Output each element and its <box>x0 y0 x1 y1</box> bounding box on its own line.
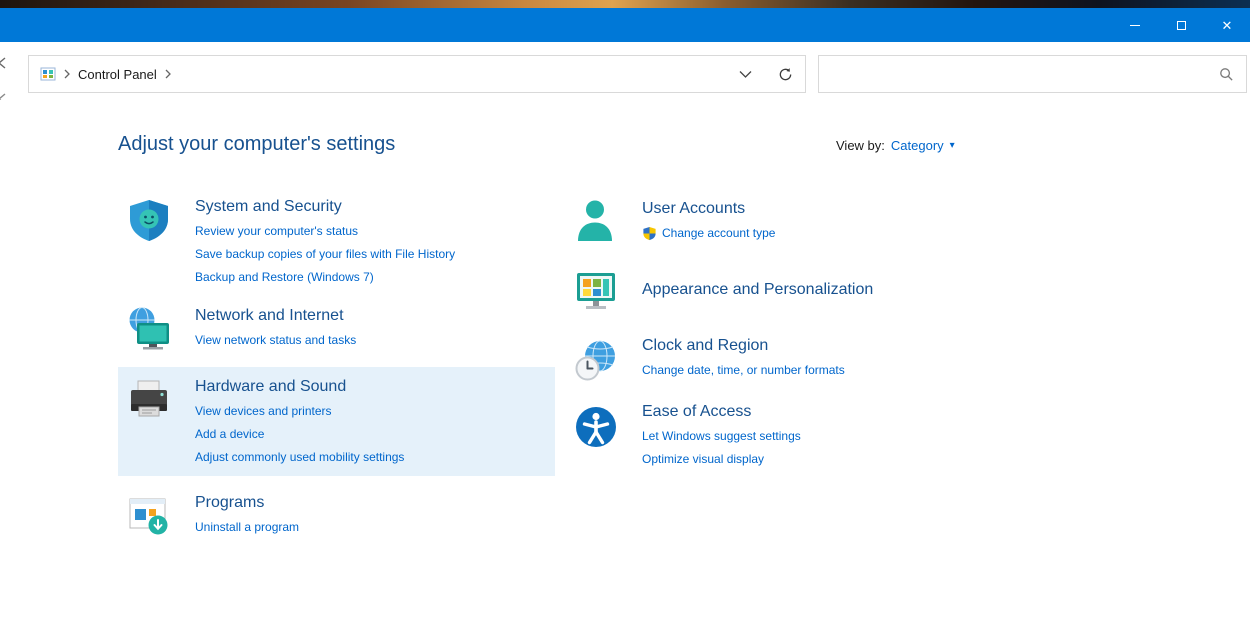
network-and-internet-icon[interactable] <box>125 305 173 353</box>
category-title-appearance-and-personalization[interactable]: Appearance and Personalization <box>642 281 873 299</box>
category-title-network-and-internet[interactable]: Network and Internet <box>195 307 356 325</box>
link-add-a-device[interactable]: Add a device <box>195 423 404 446</box>
minimize-icon <box>1130 25 1140 26</box>
page-title: Adjust your computer's settings <box>118 133 395 156</box>
category-system-and-security: System and Security Review your computer… <box>118 194 555 289</box>
navigation-toolbar: Control Panel <box>0 42 1250 100</box>
link-adjust-mobility-settings[interactable]: Adjust commonly used mobility settings <box>195 446 404 469</box>
breadcrumb-control-panel[interactable]: Control Panel <box>78 67 157 82</box>
link-view-devices-and-printers[interactable]: View devices and printers <box>195 400 404 423</box>
address-dropdown-button[interactable] <box>725 56 765 92</box>
control-panel-home: Adjust your computer's settings View by:… <box>0 100 1250 621</box>
category-appearance-and-personalization: Appearance and Personalization <box>565 265 1165 315</box>
system-and-security-icon[interactable] <box>125 196 173 244</box>
window-title-bar: ✕ <box>0 8 1250 42</box>
link-optimize-visual-display[interactable]: Optimize visual display <box>642 448 801 471</box>
user-accounts-icon[interactable] <box>572 196 620 244</box>
link-change-account-type[interactable]: Change account type <box>642 222 775 245</box>
chevron-down-icon[interactable]: ▾ <box>950 140 955 151</box>
breadcrumb-chevron-icon[interactable] <box>164 68 172 80</box>
category-title-programs[interactable]: Programs <box>195 494 299 512</box>
search-input[interactable] <box>819 56 1219 92</box>
close-button[interactable]: ✕ <box>1204 8 1250 42</box>
category-hardware-and-sound: Hardware and Sound View devices and prin… <box>118 367 555 476</box>
category-ease-of-access: Ease of Access Let Windows suggest setti… <box>565 401 1165 471</box>
category-network-and-internet: Network and Internet View network status… <box>118 303 555 353</box>
category-title-clock-and-region[interactable]: Clock and Region <box>642 337 845 355</box>
search-icon[interactable] <box>1219 67 1234 82</box>
hardware-and-sound-icon[interactable] <box>125 376 173 424</box>
category-column-left: System and Security Review your computer… <box>118 194 555 554</box>
category-column-right: User Accounts Change account type <box>565 194 1165 485</box>
category-title-user-accounts[interactable]: User Accounts <box>642 200 775 218</box>
link-review-computer-status[interactable]: Review your computer's status <box>195 220 455 243</box>
breadcrumb-chevron-icon[interactable] <box>63 68 71 80</box>
chevron-down-icon <box>739 70 752 79</box>
programs-icon[interactable] <box>125 492 173 540</box>
link-uninstall-a-program[interactable]: Uninstall a program <box>195 516 299 539</box>
back-button-partial[interactable] <box>0 56 7 70</box>
refresh-button[interactable] <box>765 56 805 92</box>
link-change-account-type-label: Change account type <box>662 222 775 245</box>
link-file-history-backup[interactable]: Save backup copies of your files with Fi… <box>195 243 455 266</box>
desktop-background-strip <box>0 0 1250 8</box>
close-icon: ✕ <box>1222 19 1233 32</box>
refresh-icon <box>778 67 793 82</box>
category-clock-and-region: Clock and Region Change date, time, or n… <box>565 335 1165 385</box>
link-change-date-time-formats[interactable]: Change date, time, or number formats <box>642 359 845 382</box>
view-by-control: View by: Category ▾ <box>836 138 955 153</box>
link-view-network-status[interactable]: View network status and tasks <box>195 329 356 352</box>
address-bar[interactable]: Control Panel <box>28 55 806 93</box>
search-box[interactable] <box>818 55 1247 93</box>
category-title-ease-of-access[interactable]: Ease of Access <box>642 403 801 421</box>
uac-shield-icon <box>642 226 657 241</box>
view-by-label: View by: <box>836 138 885 153</box>
category-programs: Programs Uninstall a program <box>118 490 555 540</box>
view-by-category-dropdown[interactable]: Category <box>891 138 944 153</box>
window-controls: ✕ <box>1112 8 1250 42</box>
category-title-system-and-security[interactable]: System and Security <box>195 198 455 216</box>
link-let-windows-suggest-settings[interactable]: Let Windows suggest settings <box>642 425 801 448</box>
appearance-and-personalization-icon[interactable] <box>572 267 620 315</box>
category-title-hardware-and-sound[interactable]: Hardware and Sound <box>195 378 404 396</box>
category-user-accounts: User Accounts Change account type <box>565 194 1165 245</box>
control-panel-icon[interactable] <box>40 66 56 82</box>
ease-of-access-icon[interactable] <box>572 403 620 451</box>
maximize-button[interactable] <box>1158 8 1204 42</box>
minimize-button[interactable] <box>1112 8 1158 42</box>
maximize-icon <box>1177 21 1186 30</box>
clock-and-region-icon[interactable] <box>572 337 620 385</box>
link-backup-restore-windows7[interactable]: Backup and Restore (Windows 7) <box>195 266 455 289</box>
